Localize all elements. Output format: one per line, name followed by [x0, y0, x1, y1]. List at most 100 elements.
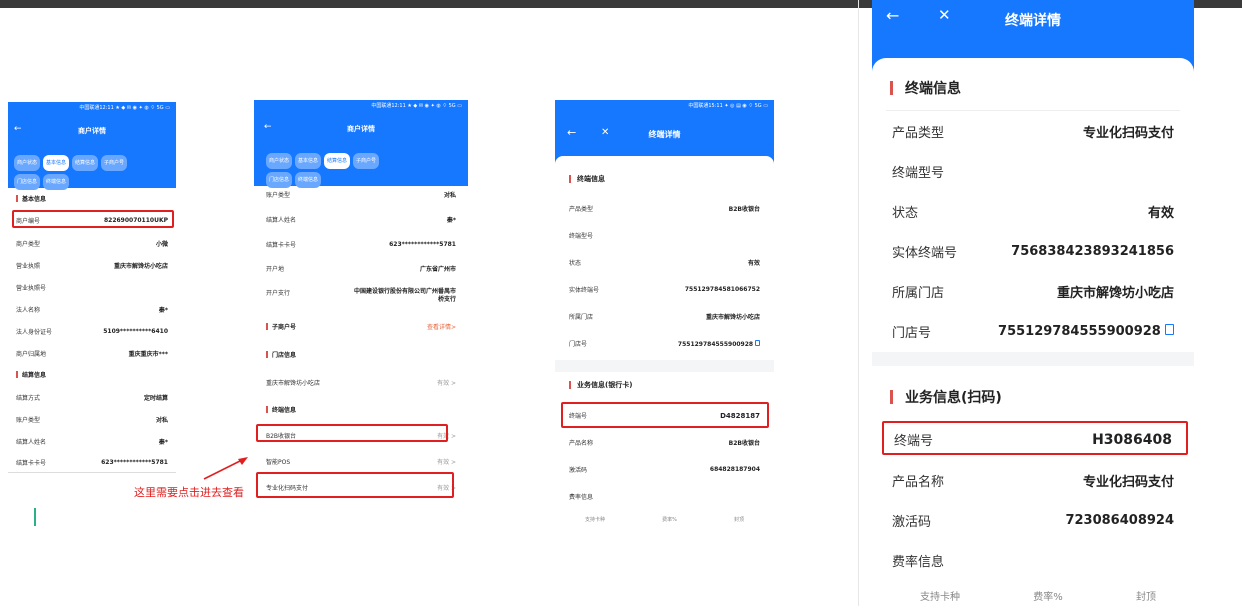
- header: 中国联通12:11 ★ ◆ ✉ ◉ ✦ ◍ ⌔ 5G ▭ ← 商户详情 商户状态…: [8, 102, 176, 190]
- tab-terminal[interactable]: 终端信息: [295, 172, 322, 188]
- row-physical-no: 实体终端号 755129784581066752: [569, 286, 760, 294]
- phone-merchant-basic: 中国联通12:11 ★ ◆ ✉ ◉ ✦ ◍ ⌔ 5G ▭ ← 商户详情 商户状态…: [8, 102, 176, 488]
- phone-bottom-line: [8, 472, 176, 473]
- section-terminal: 终端信息: [254, 405, 468, 414]
- copy-icon[interactable]: [1165, 324, 1174, 335]
- row-store: 所属门店 重庆市解馋坊小吃店: [892, 286, 1174, 301]
- tab-settle[interactable]: 结算信息: [72, 155, 99, 171]
- rate-header: 支持卡种 费率% 封顶: [920, 592, 1156, 603]
- section-divider: [886, 110, 1180, 111]
- tab-basic[interactable]: 基本信息: [295, 153, 322, 169]
- section-bar: [890, 390, 893, 404]
- row-settle-name: 结算人姓名 秦*: [16, 439, 168, 446]
- page-title: 终端详情: [648, 130, 681, 139]
- tab-sub[interactable]: 子商户号: [101, 155, 128, 171]
- row-settle-way: 结算方式 定时结算: [16, 395, 168, 402]
- tab-sub[interactable]: 子商户号: [353, 153, 380, 169]
- row-location: 商户归属地 重庆重庆市***: [16, 351, 168, 358]
- row-store-no: 门店号 755129784555900928: [872, 322, 1194, 341]
- tab-bar: 商户状态 基本信息 结算信息 子商户号 门店信息 终端信息: [266, 150, 466, 188]
- highlight-terminal-no: [882, 421, 1188, 455]
- status-bar: 中国联通12:11 ★ ◆ ✉ ◉ ✦ ◍ ⌔ 5G ▭: [371, 103, 462, 109]
- row-open-place: 开户地 广东省广州市: [266, 266, 456, 273]
- phone-terminal-b2b: 中国联通15:11 ✦ ◎ ▤ ◉ ⌔ 5G ▭ ← ✕ 终端详情 终端信息 产…: [555, 100, 774, 530]
- header: 中国联通12:11 ★ ◆ ✉ ◉ ✦ ◍ ⌔ 5G ▭ ← 商户详情 商户状态…: [254, 100, 468, 188]
- rate-header: 支持卡种 费率% 封顶: [585, 517, 744, 523]
- section-gap: [872, 352, 1194, 366]
- section-bar: [266, 406, 268, 413]
- row-activation: 激活码 723086408924: [892, 513, 1174, 530]
- phone-merchant-settle: 中国联通12:11 ★ ◆ ✉ ◉ ✦ ◍ ⌔ 5G ▭ ← 商户详情 商户状态…: [254, 100, 468, 516]
- tab-basic[interactable]: 基本信息: [43, 155, 70, 171]
- tab-terminal[interactable]: 终端信息: [43, 174, 70, 190]
- tab-status[interactable]: 商户状态: [14, 155, 41, 171]
- section-bar: [890, 81, 893, 95]
- row-product-type: 产品类型 B2B收银台: [569, 206, 760, 213]
- row-product-type: 产品类型 专业化扫码支付: [892, 126, 1174, 141]
- section-bar: [569, 381, 571, 389]
- highlight-scan: [256, 472, 454, 498]
- section-sub-merchant: 子商户号 查看详情>: [254, 322, 468, 331]
- row-legal-id: 法人身份证号 5109**********6410: [16, 328, 168, 336]
- header: 中国联通15:11 ✦ ◎ ▤ ◉ ⌔ 5G ▭ ← ✕ 终端详情: [555, 100, 774, 164]
- section-gap: [555, 360, 774, 372]
- view-detail-link[interactable]: 查看详情>: [427, 322, 456, 331]
- row-legal-name: 法人名称 秦*: [16, 307, 168, 314]
- section-business-scan: 业务信息(扫码): [890, 387, 1002, 407]
- row-settle-name: 结算人姓名 秦*: [266, 217, 456, 224]
- row-rate-info: 费率信息: [892, 555, 945, 570]
- section-bar: [16, 371, 18, 378]
- highlight-terminal-no: [561, 402, 769, 428]
- annotation-arrow: [203, 457, 248, 480]
- section-bar: [266, 351, 268, 358]
- highlight-b2b: [256, 424, 448, 442]
- section-bar: [569, 175, 571, 183]
- row-bank-branch: 开户支行 中国建设银行股份有限公司广州番禺市桥支行: [266, 288, 456, 303]
- store-item[interactable]: 重庆市解馋坊小吃店 有效 >: [254, 378, 468, 387]
- tab-store[interactable]: 门店信息: [14, 174, 41, 190]
- page-title: 商户详情: [78, 127, 106, 135]
- section-business-card: 业务信息(银行卡): [569, 380, 632, 390]
- row-license-no: 营业执照号: [16, 285, 47, 292]
- window-left-edge: [858, 0, 859, 606]
- row-activation: 激活码 684828187904: [569, 466, 760, 474]
- row-terminal-model: 终端型号: [569, 233, 594, 240]
- row-account-type: 账户类型 对私: [266, 192, 456, 199]
- status-bar: 中国联通15:11 ✦ ◎ ▤ ◉ ⌔ 5G ▭: [688, 103, 768, 109]
- row-status: 状态 有效: [569, 260, 760, 267]
- copy-icon[interactable]: [755, 339, 760, 346]
- row-store-no: 门店号 755129784555900928: [555, 339, 774, 348]
- tab-bar: 商户状态 基本信息 结算信息 子商户号 门店信息 终端信息: [14, 152, 174, 190]
- row-store: 所属门店 重庆市解馋坊小吃店: [569, 314, 760, 321]
- tab-status[interactable]: 商户状态: [266, 153, 293, 169]
- page-title: 商户详情: [347, 125, 375, 133]
- row-rate-info: 费率信息: [569, 494, 594, 501]
- phone-terminal-scan: ← ✕ 终端详情 终端信息 产品类型 专业化扫码支付 终端型号 状态 有效 实体终端…: [872, 0, 1194, 606]
- row-status: 状态 有效: [892, 206, 1174, 221]
- row-terminal-model: 终端型号: [892, 166, 945, 181]
- content-card: [555, 156, 774, 170]
- row-card-no: 结算卡卡号 623************5781: [16, 459, 168, 467]
- row-license: 营业执照 重庆市解馋坊小吃店: [16, 263, 168, 270]
- tab-store[interactable]: 门店信息: [266, 172, 293, 188]
- tab-settle[interactable]: 结算信息: [324, 153, 351, 169]
- section-settle: 结算信息: [16, 370, 46, 379]
- section-terminal-info: 终端信息: [569, 174, 605, 184]
- page-title: 终端详情: [1005, 13, 1061, 29]
- section-bar: [16, 195, 18, 202]
- row-card-no: 结算卡卡号 623************5781: [266, 241, 456, 249]
- status-bar: 中国联通12:11 ★ ◆ ✉ ◉ ✦ ◍ ⌔ 5G ▭: [79, 105, 170, 111]
- highlight-merchant-no: [12, 210, 174, 228]
- annotation-text: 这里需要点击进去查看: [134, 486, 244, 499]
- section-basic: 基本信息: [16, 194, 46, 203]
- section-store: 门店信息: [254, 350, 468, 359]
- doc-fragment-bar: [34, 508, 36, 526]
- section-bar: [266, 323, 268, 330]
- section-terminal-info: 终端信息: [890, 78, 961, 98]
- row-physical-no: 实体终端号 756838423893241856: [892, 244, 1174, 261]
- row-product-name: 产品名称 B2B收银台: [569, 440, 760, 447]
- terminal-item-pos[interactable]: 智能POS 有效 >: [254, 457, 468, 466]
- row-product-name: 产品名称 专业化扫码支付: [892, 475, 1174, 490]
- row-merchant-type: 商户类型 小微: [16, 241, 168, 248]
- row-account-type: 账户类型 对私: [16, 417, 168, 424]
